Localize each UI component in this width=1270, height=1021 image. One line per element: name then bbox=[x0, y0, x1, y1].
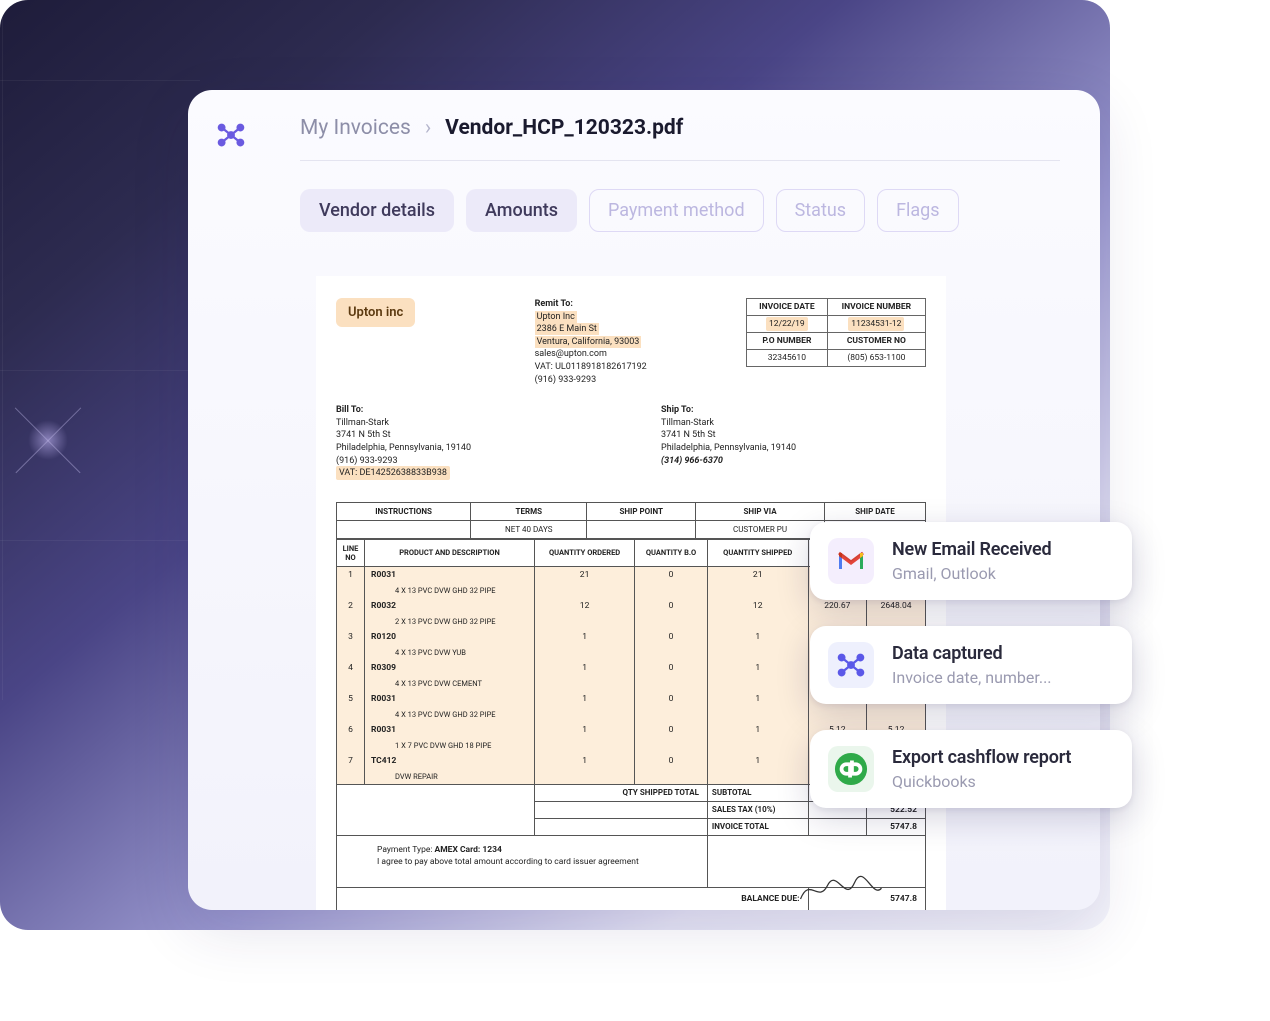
network-icon bbox=[828, 642, 874, 688]
tabs: Vendor details Amounts Payment method St… bbox=[300, 189, 1100, 232]
card-email-received[interactable]: New Email Received Gmail, Outlook bbox=[810, 522, 1132, 600]
signature-icon bbox=[796, 870, 886, 910]
card-title: New Email Received bbox=[892, 539, 1051, 560]
tab-flags[interactable]: Flags bbox=[877, 189, 959, 232]
breadcrumb: My Invoices › Vendor_HCP_120323.pdf bbox=[300, 116, 1060, 161]
tab-amounts[interactable]: Amounts bbox=[466, 189, 577, 232]
quickbooks-icon bbox=[828, 746, 874, 792]
card-data-captured[interactable]: Data captured Invoice date, number... bbox=[810, 626, 1132, 704]
ship-to: Ship To: Tillman-Stark 3741 N 5th St Phi… bbox=[661, 404, 796, 480]
tab-payment-method[interactable]: Payment method bbox=[589, 189, 764, 232]
bill-to: Bill To: Tillman-Stark 3741 N 5th St Phi… bbox=[336, 404, 471, 480]
sidebar bbox=[188, 90, 278, 910]
remit-to: Remit To: Upton Inc 2386 E Main St Ventu… bbox=[535, 298, 647, 386]
tab-vendor-details[interactable]: Vendor details bbox=[300, 189, 454, 232]
card-title: Data captured bbox=[892, 643, 1052, 664]
card-subtitle: Gmail, Outlook bbox=[892, 564, 1051, 583]
card-title: Export cashflow report bbox=[892, 747, 1071, 768]
app-logo-icon[interactable] bbox=[216, 120, 246, 150]
company-name: Upton inc bbox=[336, 298, 415, 327]
card-subtitle: Quickbooks bbox=[892, 772, 1071, 791]
sparkle-icon bbox=[20, 412, 77, 469]
card-export-report[interactable]: Export cashflow report Quickbooks bbox=[810, 730, 1132, 808]
gmail-icon bbox=[828, 538, 874, 584]
invoice-meta-table: INVOICE DATEINVOICE NUMBER 12/22/1911234… bbox=[746, 298, 926, 367]
chevron-right-icon: › bbox=[425, 116, 431, 140]
card-subtitle: Invoice date, number... bbox=[892, 668, 1052, 687]
breadcrumb-current: Vendor_HCP_120323.pdf bbox=[445, 116, 683, 140]
breadcrumb-root[interactable]: My Invoices bbox=[300, 116, 411, 140]
tab-status[interactable]: Status bbox=[776, 189, 865, 232]
event-cards: New Email Received Gmail, Outlook Data c… bbox=[810, 522, 1132, 808]
